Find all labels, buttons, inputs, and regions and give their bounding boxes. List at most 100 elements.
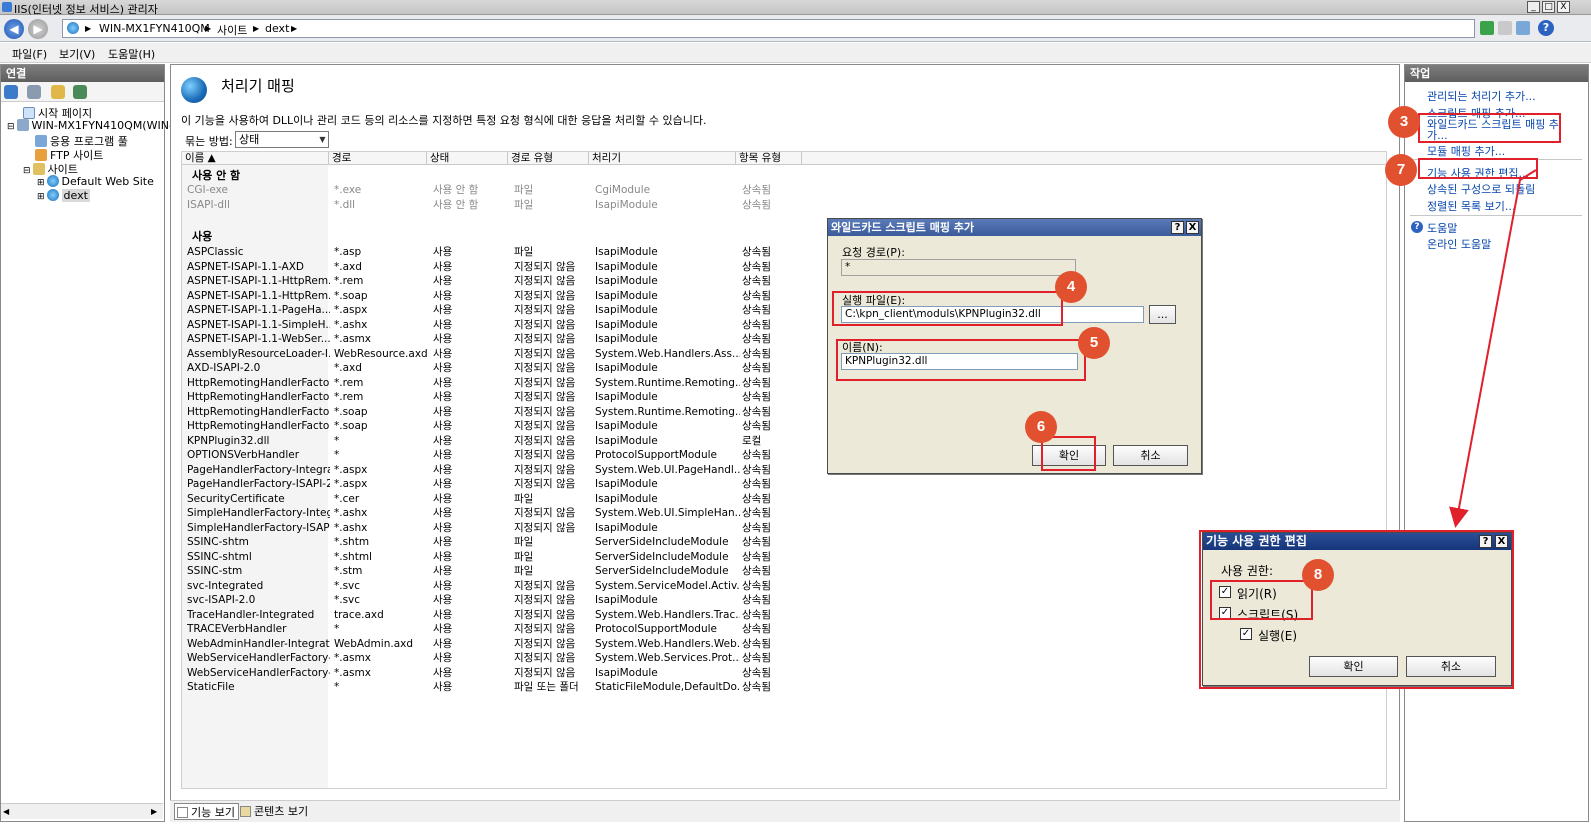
cell-state: 사용	[433, 391, 453, 403]
table-row[interactable]: StaticFile * 사용 파일 또는 폴더 StaticFileModule,De…	[182, 680, 782, 694]
menu-help[interactable]: 도움말(H)	[108, 46, 155, 62]
column-state[interactable]: 상태	[427, 152, 508, 165]
table-row[interactable]: HttpRemotingHandlerFactory... *.soap 사용 지정되…	[182, 419, 782, 433]
cell-name: svc-Integrated	[187, 579, 264, 592]
cell-state: 사용	[433, 492, 453, 505]
action-revert-to-inherited[interactable]: 상속된 구성으로 되돌림	[1427, 181, 1535, 197]
chevron-down-icon[interactable]: ▼	[317, 132, 328, 147]
action-view-ordered-list[interactable]: 정렬된 목록 보기...	[1427, 198, 1515, 214]
breadcrumb-sites[interactable]: 사이트	[217, 22, 247, 38]
table-row[interactable]: ASPClassic *.asp 사용 파일 IsapiModule 상속됨	[182, 245, 782, 259]
browse-button[interactable]: ...	[1149, 305, 1176, 324]
home-icon[interactable]	[1516, 21, 1530, 35]
cell-entry-type: 상속됨	[742, 666, 771, 679]
table-row[interactable]: PageHandlerFactory-Integra... *.aspx 사용 지정되…	[182, 463, 782, 477]
dialog-help-button[interactable]: ?	[1171, 221, 1184, 234]
app-pool-icon	[35, 135, 47, 147]
tab-content-view[interactable]: 콘텐츠 보기	[238, 803, 311, 820]
action-add-managed-handler[interactable]: 관리되는 처리기 추가...	[1427, 88, 1536, 104]
save-icon[interactable]	[27, 85, 41, 99]
table-row[interactable]: PageHandlerFactory-ISAPI-2.0 *.aspx 사용 지정되지…	[182, 477, 782, 491]
table-row[interactable]: WebAdminHandler-Integrated WebAdmin.axd 사용…	[182, 637, 782, 651]
table-row[interactable]: AXD-ISAPI-2.0 *.axd 사용 지정되지 않음 IsapiModule 상속…	[182, 361, 782, 375]
cell-handler: IsapiModule	[595, 362, 658, 374]
expand-icon[interactable]: ⊞	[37, 192, 45, 202]
collapse-icon[interactable]: ⊟	[7, 122, 15, 132]
action-add-module-mapping[interactable]: 모듈 매핑 추가...	[1427, 143, 1505, 159]
table-row[interactable]: OPTIONSVerbHandler * 사용 지정되지 않음 ProtocolSupp…	[182, 448, 782, 462]
cancel-button[interactable]: 취소	[1113, 445, 1188, 466]
scroll-left-icon[interactable]: ◀	[3, 807, 9, 816]
table-row[interactable]: ASPNET-ISAPI-1.1-HttpRem... *.rem 사용 지정되지 않…	[182, 274, 782, 288]
group-header[interactable]: 사용 안 함	[192, 167, 240, 183]
action-online-help[interactable]: 온라인 도움말	[1427, 236, 1491, 252]
stop-icon[interactable]	[1498, 21, 1512, 35]
table-row[interactable]: svc-ISAPI-2.0 *.svc 사용 지정되지 않음 IsapiModule 상속…	[182, 593, 782, 607]
column-path[interactable]: 경로	[329, 152, 427, 165]
table-row[interactable]: TraceHandler-Integrated trace.axd 사용 지정되지 않…	[182, 608, 782, 622]
group-by-select[interactable]: 상태 ▼	[235, 131, 329, 148]
tree-server[interactable]: ⊟ WIN-MX1FYN410QM(WIN-M	[7, 119, 182, 132]
table-row[interactable]: svc-Integrated *.svc 사용 지정되지 않음 System.Servi…	[182, 579, 782, 593]
table-row[interactable]: SSINC-shtml *.shtml 사용 파일 ServerSideIncludeM…	[182, 550, 782, 564]
breadcrumb-server[interactable]: WIN-MX1FYN410QM	[99, 22, 210, 35]
folder-up-icon[interactable]	[51, 85, 65, 99]
tab-features-view[interactable]: 기능 보기	[174, 803, 239, 820]
close-button[interactable]: X	[1557, 1, 1570, 13]
table-row[interactable]: HttpRemotingHandlerFactory... *.rem 사용 지정되지…	[182, 376, 782, 390]
connect-icon[interactable]	[4, 85, 18, 99]
column-handler[interactable]: 처리기	[589, 152, 736, 165]
table-row[interactable]: ASPNET-ISAPI-1.1-AXD *.axd 사용 지정되지 않음 IsapiM…	[182, 260, 782, 274]
menu-file[interactable]: 파일(F)	[12, 46, 47, 62]
table-row[interactable]: ISAPI-dll *.dll 사용 안 함 파일 IsapiModule 상속됨	[182, 198, 782, 212]
table-row[interactable]: SecurityCertificate *.cer 사용 파일 IsapiModule 상…	[182, 492, 782, 506]
forward-button[interactable]: ▶	[28, 19, 48, 39]
maximize-button[interactable]: □	[1542, 1, 1555, 13]
breadcrumb-dext[interactable]: dext	[265, 22, 289, 35]
table-row[interactable]: HttpRemotingHandlerFactory... *.rem 사용 지정되지…	[182, 390, 782, 404]
tree-default-web-site[interactable]: ⊞ Default Web Site	[37, 175, 154, 188]
table-row[interactable]: ASPNET-ISAPI-1.1-HttpRem... *.soap 사용 지정되지 …	[182, 289, 782, 303]
dialog-close-button[interactable]: X	[1186, 221, 1199, 234]
table-row[interactable]: SSINC-stm *.stm 사용 파일 ServerSideIncludeModul…	[182, 564, 782, 578]
back-button[interactable]: ◀	[4, 19, 24, 39]
cell-path-type: 지정되지 않음	[514, 608, 576, 621]
table-row[interactable]: HttpRemotingHandlerFactory... *.soap 사용 지정되…	[182, 405, 782, 419]
disconnect-icon[interactable]	[73, 85, 87, 99]
table-row[interactable]: WebServiceHandlerFactory-I... *.asmx 사용 지정되…	[182, 651, 782, 665]
table-row[interactable]: SimpleHandlerFactory-ISAPI... *.ashx 사용 지정되…	[182, 521, 782, 535]
cell-path-type: 지정되지 않음	[514, 666, 576, 679]
handler-mappings-page: 처리기 매핑 이 기능을 사용하여 DLL이나 관리 코드 등의 리소스를 지정…	[170, 64, 1400, 822]
table-row[interactable]: AssemblyResourceLoader-I... WebResource.a…	[182, 347, 782, 361]
ftp-icon	[35, 149, 47, 161]
minimize-button[interactable]: _	[1527, 1, 1540, 13]
cell-path: *.soap	[334, 420, 368, 432]
cell-path-type: 지정되지 않음	[514, 333, 576, 345]
cell-name: AssemblyResourceLoader-I...	[187, 347, 330, 360]
column-name[interactable]: 이름 ▲	[182, 152, 329, 165]
table-row[interactable]: ASPNET-ISAPI-1.1-WebSer... *.asmx 사용 지정되지 않…	[182, 332, 782, 346]
refresh-icon[interactable]	[1480, 21, 1494, 35]
scroll-right-icon[interactable]: ▶	[151, 807, 157, 816]
column-path-type[interactable]: 경로 유형	[508, 152, 589, 165]
menu-view[interactable]: 보기(V)	[59, 46, 95, 62]
help-icon[interactable]: ?	[1538, 20, 1554, 36]
collapse-icon[interactable]: ⊟	[23, 166, 31, 176]
table-row[interactable]: ASPNET-ISAPI-1.1-SimpleH... *.ashx 사용 지정되지 …	[182, 318, 782, 332]
address-path[interactable]: ▶ WIN-MX1FYN410QM ▶ 사이트 ▶ dext ▶	[62, 19, 1475, 38]
table-row[interactable]: TRACEVerbHandler * 사용 지정되지 않음 ProtocolSuppor…	[182, 622, 782, 636]
table-row[interactable]: ASPNET-ISAPI-1.1-PageHa... *.aspx 사용 지정되지 않…	[182, 303, 782, 317]
table-row[interactable]: CGI-exe *.exe 사용 안 함 파일 CgiModule 상속됨	[182, 183, 782, 197]
cell-name: SSINC-stm	[187, 565, 243, 577]
column-entry-type[interactable]: 항목 유형	[736, 152, 802, 165]
cell-state: 사용	[433, 333, 453, 345]
table-row[interactable]: SSINC-shtm *.shtm 사용 파일 ServerSideIncludeMod…	[182, 535, 782, 549]
action-help[interactable]: 도움말	[1427, 220, 1457, 236]
table-row[interactable]: KPNPlugin32.dll * 사용 지정되지 않음 IsapiModule 로컬	[182, 434, 782, 448]
horizontal-scrollbar[interactable]: ◀ ▶	[1, 803, 163, 819]
table-row[interactable]: SimpleHandlerFactory-Integ... *.ashx 사용 지정되…	[182, 506, 782, 520]
group-header[interactable]: 사용	[192, 228, 212, 244]
tree-dext[interactable]: ⊞ dext	[37, 189, 90, 202]
table-row[interactable]: WebServiceHandlerFactory-I... *.asmx 사용 지정되…	[182, 666, 782, 680]
expand-icon[interactable]: ⊞	[37, 178, 45, 188]
